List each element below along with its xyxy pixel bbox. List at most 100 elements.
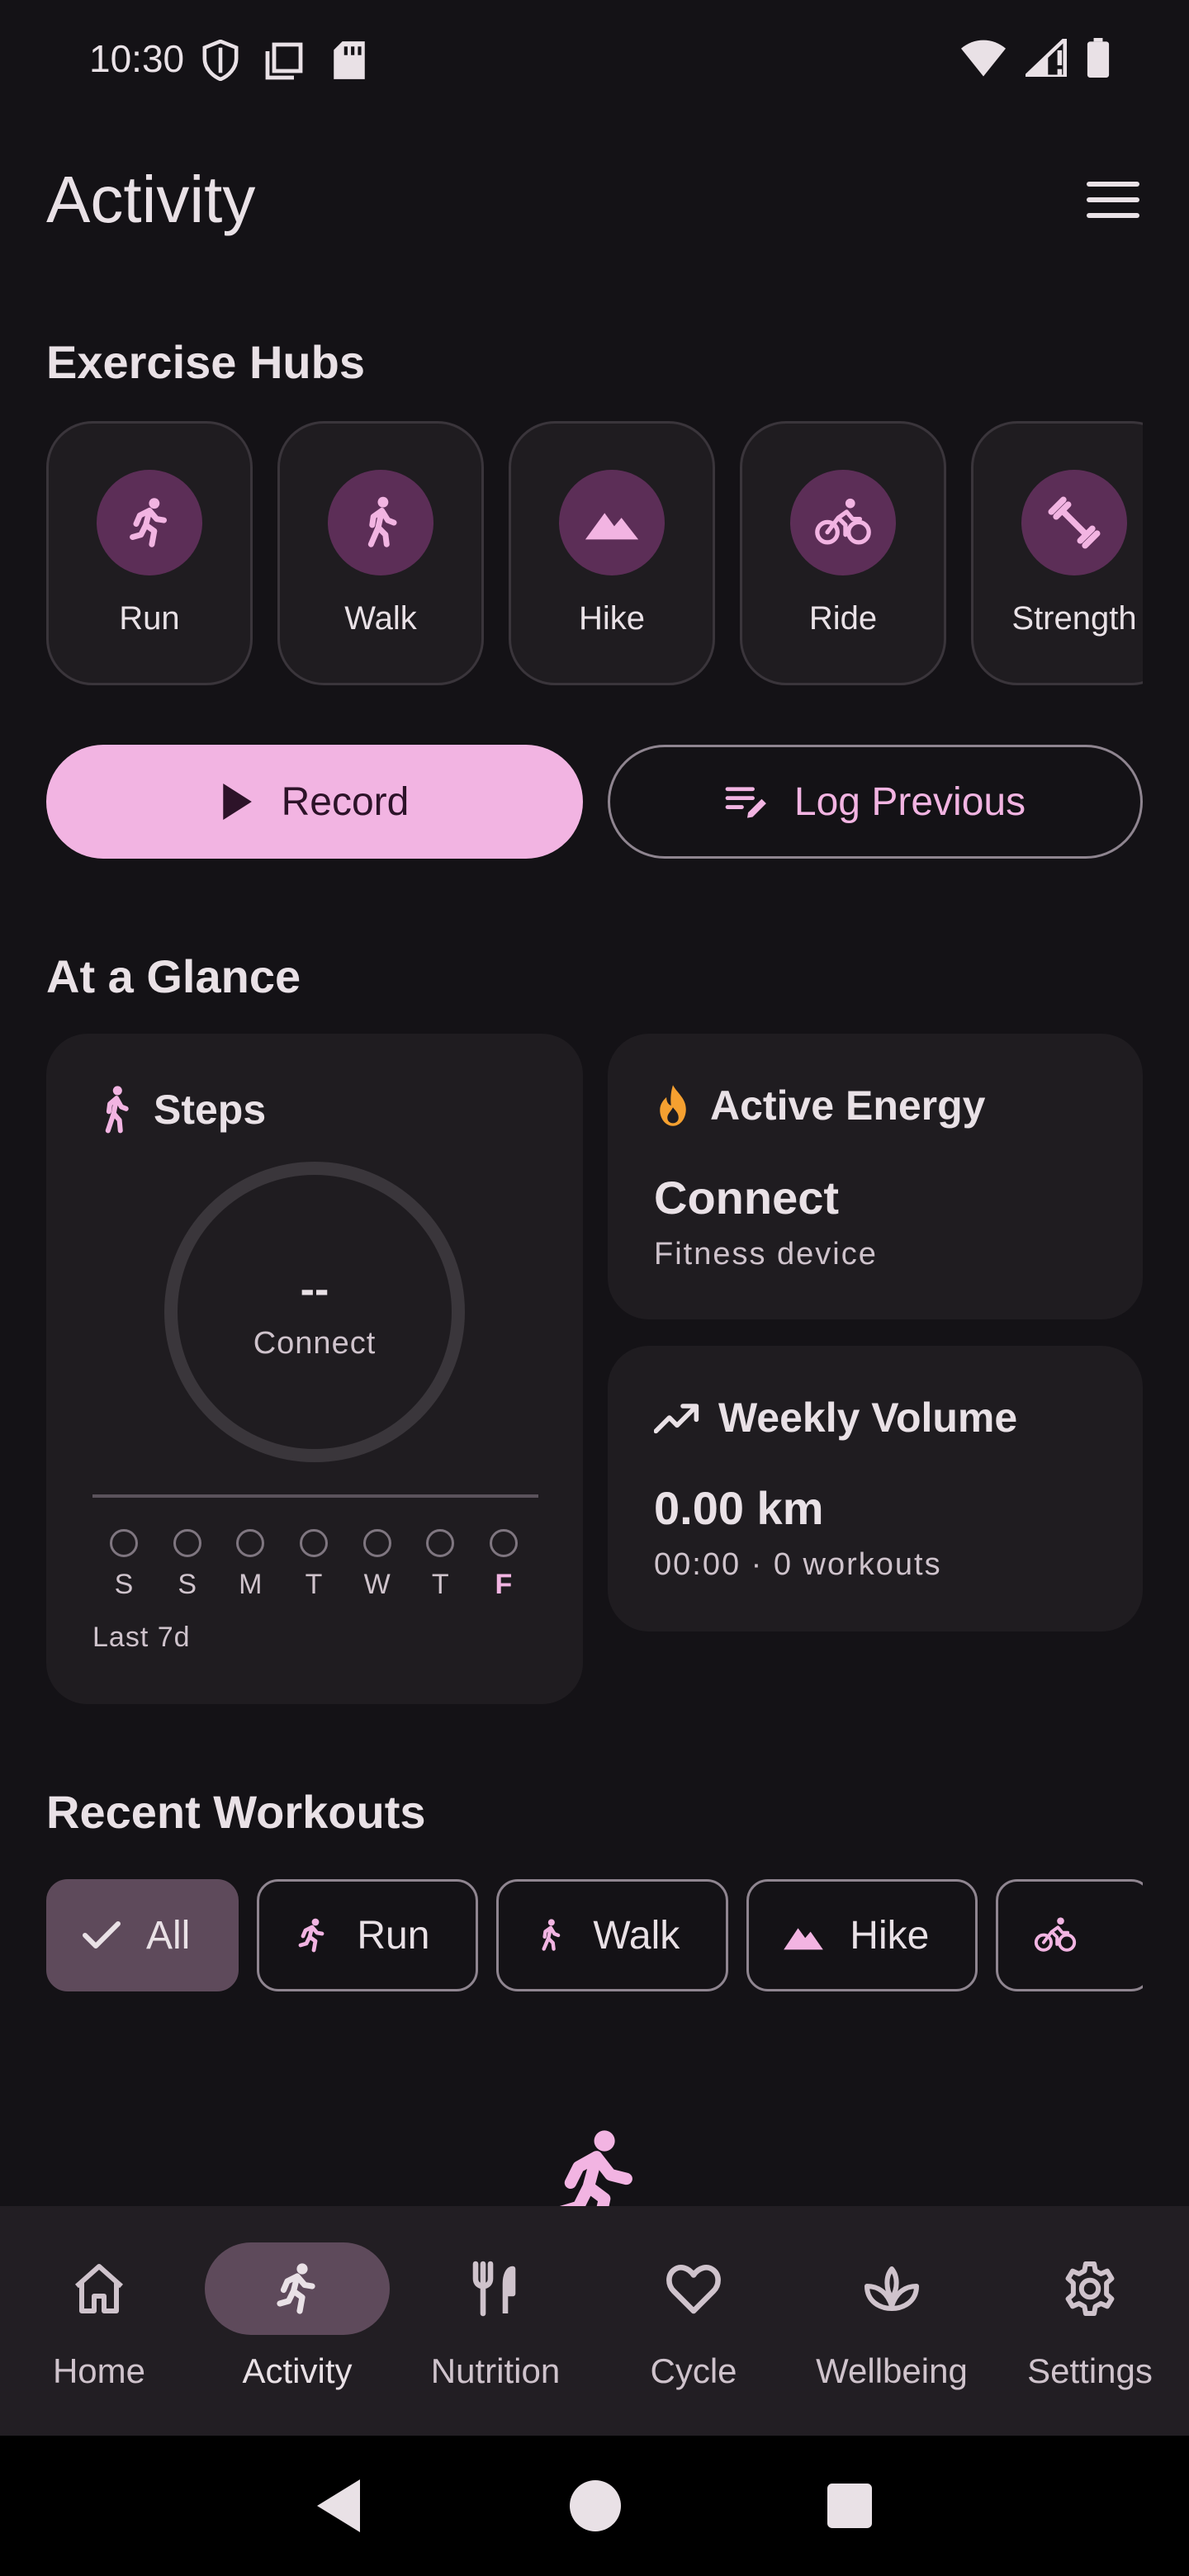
steps-card-header: Steps bbox=[96, 1085, 266, 1134]
nav-activity[interactable]: Activity bbox=[198, 2206, 396, 2436]
weekly-volume-sub: 00:00 · 0 workouts bbox=[654, 1547, 942, 1582]
cell-signal-icon bbox=[1026, 39, 1067, 77]
nav-label: Wellbeing bbox=[816, 2351, 968, 2390]
steps-divider bbox=[92, 1494, 538, 1498]
filter-chip-all[interactable]: All bbox=[46, 1879, 239, 1991]
exercise-hubs-row: Run Walk Hike Ride Strength bbox=[46, 421, 1143, 685]
lotus-icon bbox=[865, 2266, 919, 2311]
weekly-volume-title: Weekly Volume bbox=[718, 1395, 1018, 1441]
filter-chip-walk[interactable]: Walk bbox=[496, 1879, 729, 1991]
bike-icon bbox=[1035, 1917, 1077, 1952]
run-icon bbox=[277, 2263, 315, 2314]
day-item-today: F bbox=[487, 1529, 520, 1601]
exercise-hubs-title: Exercise Hubs bbox=[46, 336, 365, 388]
hub-strength[interactable]: Strength bbox=[971, 421, 1143, 685]
chip-label: Hike bbox=[850, 1913, 930, 1958]
nav-label: Activity bbox=[242, 2351, 353, 2390]
day-item: T bbox=[424, 1529, 457, 1601]
page-title: Activity bbox=[46, 163, 256, 236]
filter-chip-ride[interactable] bbox=[996, 1879, 1143, 1991]
check-icon bbox=[83, 1921, 121, 1949]
hub-label: Strength bbox=[1011, 600, 1137, 637]
recents-square-icon[interactable] bbox=[827, 2484, 872, 2528]
weekly-volume-value: 0.00 km bbox=[654, 1482, 824, 1534]
mountain-icon bbox=[585, 513, 639, 540]
day-item: S bbox=[171, 1529, 204, 1601]
active-energy-value: Connect bbox=[654, 1172, 839, 1224]
play-icon bbox=[222, 784, 252, 820]
back-icon[interactable] bbox=[317, 2479, 363, 2532]
chip-label: All bbox=[146, 1913, 191, 1958]
steps-period-label: Last 7d bbox=[92, 1622, 191, 1653]
day-item: T bbox=[297, 1529, 330, 1601]
bike-icon bbox=[815, 498, 871, 545]
edit-list-icon bbox=[725, 787, 766, 818]
hamburger-menu-icon[interactable] bbox=[1083, 175, 1143, 225]
nav-nutrition[interactable]: Nutrition bbox=[396, 2206, 594, 2436]
day-item: W bbox=[361, 1529, 394, 1601]
weekly-volume-header: Weekly Volume bbox=[654, 1394, 1017, 1442]
chip-label: Run bbox=[357, 1913, 430, 1958]
nav-label: Nutrition bbox=[430, 2351, 561, 2390]
weekly-volume-card[interactable]: Weekly Volume 0.00 km 00:00 · 0 workouts bbox=[608, 1346, 1143, 1631]
nav-wellbeing[interactable]: Wellbeing bbox=[793, 2206, 991, 2436]
walk-icon bbox=[105, 1086, 129, 1134]
hub-label: Hike bbox=[578, 600, 646, 637]
battery-icon bbox=[1087, 38, 1110, 78]
active-energy-card[interactable]: Active Energy Connect Fitness device bbox=[608, 1034, 1143, 1319]
steps-connect-label: Connect bbox=[253, 1326, 377, 1361]
home-icon bbox=[75, 2264, 123, 2313]
empty-state-run-icon bbox=[547, 2127, 642, 2218]
run-icon bbox=[130, 498, 167, 547]
steps-week-row: S S M T W T F bbox=[107, 1529, 520, 1601]
hub-run[interactable]: Run bbox=[46, 421, 253, 685]
walk-icon bbox=[542, 1919, 561, 1951]
log-previous-label: Log Previous bbox=[793, 779, 1026, 824]
system-navigation-bar bbox=[0, 2436, 1189, 2576]
record-button[interactable]: Record bbox=[46, 745, 583, 859]
hub-label: Ride bbox=[808, 600, 878, 637]
status-time: 10:30 bbox=[89, 37, 185, 80]
active-energy-title: Active Energy bbox=[710, 1082, 986, 1129]
active-energy-header: Active Energy bbox=[654, 1082, 985, 1129]
nav-settings[interactable]: Settings bbox=[991, 2206, 1189, 2436]
steps-card[interactable]: Steps -- Connect S S M T W T F Last 7d bbox=[46, 1034, 583, 1704]
nav-label: Settings bbox=[1027, 2351, 1153, 2390]
day-item: M bbox=[234, 1529, 267, 1601]
wifi-icon bbox=[961, 40, 1006, 77]
recent-workouts-title: Recent Workouts bbox=[46, 1786, 426, 1838]
nav-home[interactable]: Home bbox=[0, 2206, 198, 2436]
steps-value: -- bbox=[300, 1266, 329, 1314]
heart-icon bbox=[666, 2265, 721, 2314]
chip-label: Walk bbox=[593, 1913, 680, 1958]
hub-label: Run bbox=[119, 600, 180, 637]
log-previous-button[interactable]: Log Previous bbox=[608, 745, 1143, 859]
filter-chip-run[interactable]: Run bbox=[257, 1879, 479, 1991]
run-icon bbox=[298, 1918, 324, 1953]
hub-walk[interactable]: Walk bbox=[277, 421, 484, 685]
steps-title: Steps bbox=[154, 1087, 267, 1133]
steps-ring: -- Connect bbox=[162, 1159, 467, 1465]
day-item: S bbox=[107, 1529, 140, 1601]
hub-ride[interactable]: Ride bbox=[740, 421, 946, 685]
at-a-glance-title: At a Glance bbox=[46, 950, 301, 1002]
hub-label: Walk bbox=[344, 600, 417, 637]
nav-cycle[interactable]: Cycle bbox=[594, 2206, 793, 2436]
nav-label: Home bbox=[52, 2351, 146, 2390]
walk-icon bbox=[367, 496, 397, 547]
record-label: Record bbox=[281, 779, 410, 824]
nav-label: Cycle bbox=[650, 2351, 737, 2390]
mountain-icon bbox=[784, 1928, 824, 1950]
filter-chip-hike[interactable]: Hike bbox=[746, 1879, 978, 1991]
trending-up-icon bbox=[654, 1404, 699, 1434]
gear-icon bbox=[1065, 2261, 1115, 2316]
hub-hike[interactable]: Hike bbox=[509, 421, 715, 685]
active-energy-sub: Fitness device bbox=[654, 1237, 878, 1271]
bottom-navigation: Home Activity Nutrition Cycle Wellbeing … bbox=[0, 2206, 1189, 2436]
home-circle-icon[interactable] bbox=[570, 2480, 621, 2531]
fork-knife-icon bbox=[472, 2261, 516, 2317]
dumbbell-icon bbox=[1048, 496, 1101, 549]
workout-filter-chips: All Run Walk Hike bbox=[46, 1879, 1143, 1991]
sd-card-icon bbox=[334, 41, 365, 79]
flame-icon bbox=[660, 1085, 686, 1126]
